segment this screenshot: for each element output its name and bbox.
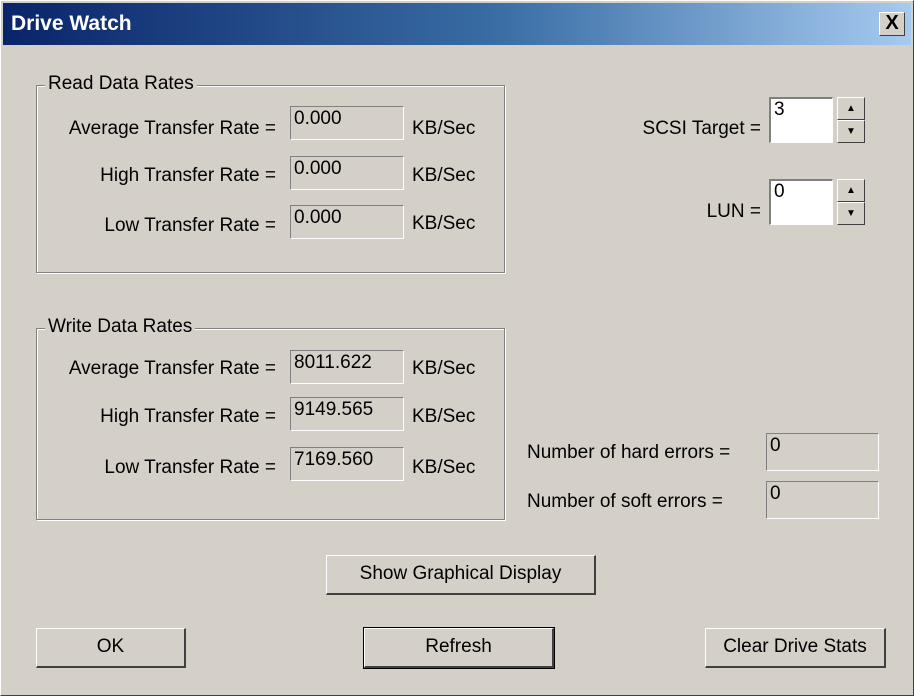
lun-down-arrow-icon[interactable]: ▼ xyxy=(837,202,865,225)
read-low-label: Low Transfer Rate = xyxy=(104,215,276,236)
write-average-label: Average Transfer Rate = xyxy=(68,358,276,379)
show-graphical-display-button[interactable]: Show Graphical Display xyxy=(326,555,596,595)
write-low-field: 7169.560 xyxy=(290,447,404,481)
lun-input[interactable]: 0 xyxy=(769,179,833,225)
read-low-unit: KB/Sec xyxy=(412,213,476,234)
lun-up-arrow-icon[interactable]: ▲ xyxy=(837,179,865,202)
soft-errors-label: Number of soft errors = xyxy=(527,491,723,512)
soft-errors-field: 0 xyxy=(766,481,879,519)
close-button[interactable]: X xyxy=(879,12,905,36)
scsi-target-label: SCSI Target = xyxy=(642,118,761,139)
window-title: Drive Watch xyxy=(11,12,132,35)
read-high-field: 0.000 xyxy=(290,156,404,190)
write-low-unit: KB/Sec xyxy=(412,457,476,478)
scsi-target-input[interactable]: 3 xyxy=(769,97,833,143)
read-low-field: 0.000 xyxy=(290,205,404,239)
lun-spinner: ▲ ▼ xyxy=(837,179,865,225)
read-average-label: Average Transfer Rate = xyxy=(68,118,276,139)
scsi-target-down-arrow-icon[interactable]: ▼ xyxy=(837,120,865,143)
hard-errors-field: 0 xyxy=(766,433,879,471)
read-group-title: Read Data Rates xyxy=(45,73,197,95)
read-average-unit: KB/Sec xyxy=(412,118,476,139)
read-high-label: High Transfer Rate = xyxy=(100,165,276,186)
write-group-title: Write Data Rates xyxy=(45,316,196,338)
write-average-field: 8011.622 xyxy=(290,350,404,384)
title-bar[interactable]: Drive Watch X xyxy=(3,3,911,45)
clear-drive-stats-button[interactable]: Clear Drive Stats xyxy=(705,628,886,668)
write-average-unit: KB/Sec xyxy=(412,358,476,379)
hard-errors-label: Number of hard errors = xyxy=(527,442,731,463)
ok-button[interactable]: OK xyxy=(36,628,186,668)
scsi-target-spinner: ▲ ▼ xyxy=(837,97,865,143)
write-high-unit: KB/Sec xyxy=(412,406,476,427)
read-high-unit: KB/Sec xyxy=(412,165,476,186)
write-high-field: 9149.565 xyxy=(290,397,404,431)
write-low-label: Low Transfer Rate = xyxy=(104,457,276,478)
dialog-window: Drive Watch X Read Data Rates Average Tr… xyxy=(0,0,914,696)
lun-label: LUN = xyxy=(706,201,761,222)
scsi-target-up-arrow-icon[interactable]: ▲ xyxy=(837,97,865,120)
read-average-field: 0.000 xyxy=(290,106,404,140)
write-high-label: High Transfer Rate = xyxy=(100,406,276,427)
refresh-button[interactable]: Refresh xyxy=(363,627,555,669)
